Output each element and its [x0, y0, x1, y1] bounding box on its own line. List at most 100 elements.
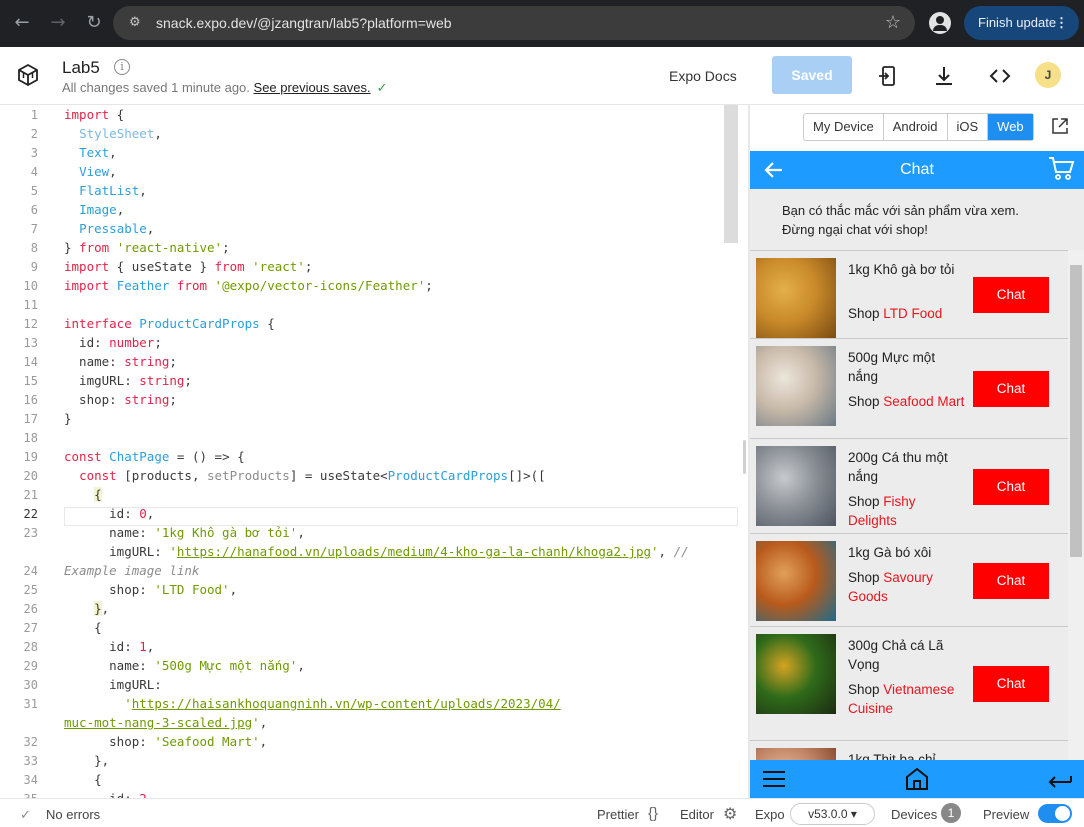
shop-prefix: Shop [848, 494, 880, 509]
code-line: id: 1, [64, 639, 155, 654]
line-number: 13 [23, 336, 38, 350]
preview-scrollbar[interactable] [1068, 250, 1084, 760]
preview-toggle[interactable] [1038, 804, 1072, 823]
profile-icon[interactable] [929, 12, 951, 34]
list-item[interactable]: 200g Cá thu một nắng Shop Fishy Delights C… [750, 438, 1068, 533]
line-number: 16 [23, 393, 38, 407]
snack-header: Lab5 i All changes saved 1 minute ago. S… [0, 47, 1084, 105]
shop-name[interactable]: LTD Food [883, 306, 942, 321]
menu-icon[interactable] [762, 770, 786, 788]
more-menu-icon[interactable]: ⋮ [1055, 6, 1068, 40]
code-line: FlatList, [79, 183, 147, 198]
shop-prefix: Shop [848, 306, 880, 321]
product-image [756, 634, 836, 714]
code-line: muc-mot-nang-3-scaled.jpg', [64, 715, 268, 730]
check-icon: ✓ [20, 807, 31, 822]
editor-label[interactable]: Editor [680, 807, 714, 822]
code-line: imgURL: [64, 677, 162, 692]
code-line: name: string; [64, 354, 177, 369]
sdk-version-select[interactable]: v53.0.0 ▾ [790, 803, 875, 825]
shop-name[interactable]: Seafood Mart [883, 394, 964, 409]
list-item[interactable]: 300g Chả cá Lã Vọng Shop Vietnamese Cuisi… [750, 626, 1068, 740]
chat-button[interactable]: Chat [973, 469, 1049, 505]
editor-scrollbar-thumb[interactable] [724, 105, 738, 243]
code-line: imgURL: 'https://hanafood.vn/uploads/med… [64, 544, 689, 559]
product-image [756, 541, 836, 621]
info-icon[interactable]: i [114, 59, 130, 75]
user-avatar[interactable]: J [1035, 62, 1061, 88]
preview-scrollbar-thumb[interactable] [1070, 265, 1082, 557]
back-arrow-icon[interactable]: ← [10, 11, 34, 35]
code-line: StyleSheet, [79, 126, 162, 141]
intro-line: Bạn có thắc mắc với sản phẩm vừa xem. [782, 203, 1019, 218]
expo-docs-link[interactable]: Expo Docs [669, 68, 737, 84]
expo-label: Expo [755, 807, 785, 822]
line-number: 24 [23, 564, 38, 578]
code-line: id: number; [64, 335, 162, 350]
product-shop: Shop Fishy Delights [848, 492, 968, 530]
return-icon[interactable] [1047, 770, 1073, 788]
shop-prefix: Shop [848, 394, 880, 409]
previous-saves-link[interactable]: See previous saves. [254, 80, 371, 95]
list-item[interactable]: 500g Mực một nắng Shop Seafood Mart Chat [750, 338, 1068, 438]
line-number: 9 [30, 260, 38, 274]
status-bar: ✓ No errors Prettier {} Editor ⚙ Expo v5… [0, 798, 1084, 827]
reload-icon[interactable]: ↻ [82, 11, 106, 35]
code-editor[interactable]: 1 2 3 4 5 6 7 8 9 10 11 12 13 14 15 16 17 18 19 20 21 22 23 24 2… [0, 105, 748, 798]
code-line: interface ProductCardProps { [64, 316, 275, 331]
code-line: import { useState } from 'react'; [64, 259, 313, 274]
line-number: 29 [23, 659, 38, 673]
line-number: 25 [23, 583, 38, 597]
devices-count-badge: 1 [941, 803, 961, 823]
embed-code-icon[interactable] [989, 65, 1011, 87]
code-line: } [64, 411, 72, 426]
tab-ios[interactable]: iOS [948, 114, 989, 140]
line-number: 30 [23, 678, 38, 692]
finish-update-label: Finish update [978, 15, 1057, 30]
tab-web[interactable]: Web [988, 114, 1033, 140]
line-number: 26 [23, 602, 38, 616]
finish-update-button[interactable]: Finish update ⋮ [964, 6, 1079, 40]
braces-icon[interactable]: {} [648, 805, 658, 822]
product-shop: Shop Vietnamese Cuisine [848, 680, 968, 718]
download-to-device-icon[interactable] [877, 65, 899, 87]
open-external-icon[interactable] [1051, 117, 1069, 135]
code-line: shop: 'Seafood Mart', [64, 734, 268, 749]
code-line: View, [79, 164, 117, 179]
code-line: import { [64, 107, 125, 122]
download-icon[interactable] [933, 65, 955, 87]
product-name: 200g Cá thu một nắng [848, 450, 948, 484]
product-shop: Shop Savoury Goods [848, 568, 968, 606]
code-line: Pressable, [79, 221, 155, 236]
prettier-label[interactable]: Prettier [597, 807, 639, 822]
bookmark-star-icon[interactable]: ☆ [885, 12, 901, 33]
cart-icon[interactable] [1047, 155, 1075, 181]
save-button[interactable]: Saved [772, 56, 852, 94]
address-bar[interactable]: ⚙ snack.expo.dev/@jzangtran/lab5?platfor… [113, 6, 915, 40]
preview-panel: My Device Android iOS Web Chat Bạn có thắc … [750, 105, 1084, 798]
forward-arrow-icon[interactable]: → [46, 11, 70, 35]
errors-status[interactable]: No errors [46, 807, 100, 822]
line-number: 1 [30, 108, 38, 122]
home-icon[interactable] [904, 766, 930, 792]
line-number: 5 [30, 184, 38, 198]
pane-resize-handle[interactable] [743, 440, 746, 474]
code-line: }, [64, 753, 110, 768]
devices-label[interactable]: Devices [891, 807, 937, 822]
product-name: 1kg Khô gà bơ tỏi [848, 262, 955, 277]
list-item[interactable]: 1kg Khô gà bơ tỏi Shop LTD Food Chat [750, 250, 1068, 338]
product-image [756, 258, 836, 338]
project-title[interactable]: Lab5 [62, 58, 100, 78]
chat-button[interactable]: Chat [973, 371, 1049, 407]
list-item[interactable]: 1kg Gà bó xôi Shop Savoury Goods Chat [750, 533, 1068, 626]
chat-button[interactable]: Chat [973, 277, 1049, 313]
tab-my-device[interactable]: My Device [804, 114, 884, 140]
snack-logo-icon[interactable] [16, 63, 40, 87]
chat-button[interactable]: Chat [973, 666, 1049, 702]
site-settings-icon[interactable]: ⚙ [129, 15, 141, 30]
tab-android[interactable]: Android [884, 114, 948, 140]
gear-icon[interactable]: ⚙ [723, 804, 737, 823]
chat-button[interactable]: Chat [973, 563, 1049, 599]
code-line: const ChatPage = () => { [64, 449, 245, 464]
code-line: Text, [79, 145, 117, 160]
